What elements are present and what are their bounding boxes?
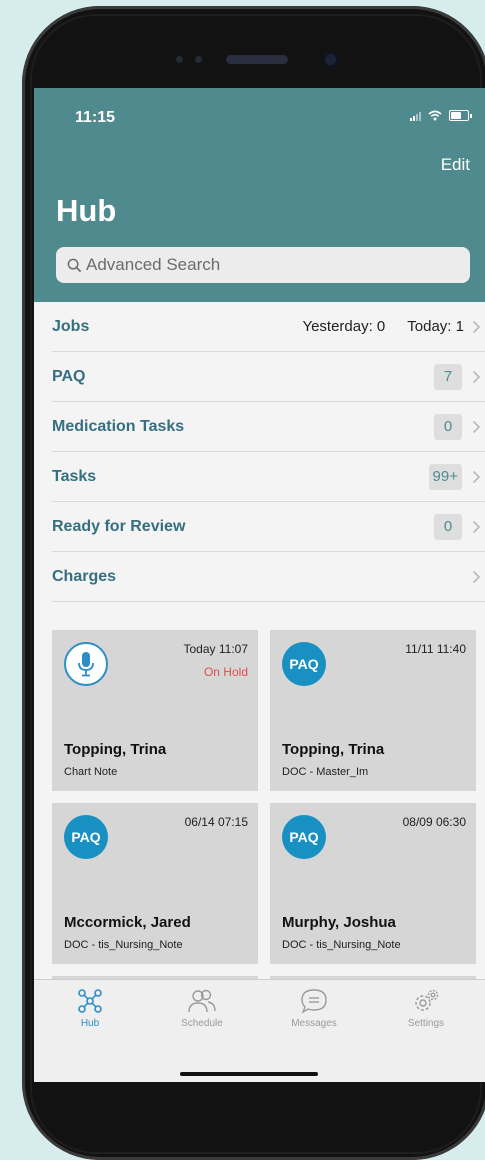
row-paq[interactable]: PAQ 7 xyxy=(52,352,485,402)
page-title: Hub xyxy=(56,193,117,228)
chevron-right-icon xyxy=(472,570,481,583)
row-label-ready-for-review: Ready for Review xyxy=(52,517,186,535)
card-date: 08/09 06:30 xyxy=(402,815,466,829)
edit-button[interactable]: Edit xyxy=(441,155,470,175)
row-ready-for-review[interactable]: Ready for Review 0 xyxy=(52,502,485,552)
status-time: 11:15 xyxy=(75,109,116,126)
front-camera xyxy=(322,51,339,68)
hub-header: 11:15 Edit Hub Advanced Search xyxy=(34,88,485,302)
tab-schedule[interactable]: Schedule xyxy=(146,988,258,1029)
home-indicator xyxy=(180,1072,318,1076)
search-input[interactable]: Advanced Search xyxy=(56,247,470,283)
tab-label-hub: Hub xyxy=(80,1018,100,1029)
row-label-charges: Charges xyxy=(52,567,117,585)
front-sensor xyxy=(195,56,202,63)
earpiece-speaker xyxy=(226,55,288,64)
tab-messages[interactable]: Messages xyxy=(258,988,370,1029)
card-doc-type: Chart Note xyxy=(64,766,118,778)
search-placeholder: Advanced Search xyxy=(86,255,221,274)
tab-hub[interactable]: Hub xyxy=(34,988,146,1029)
card-doc-type: DOC - tis_Nursing_Note xyxy=(282,939,401,951)
card-patient-name: Murphy, Joshua xyxy=(282,914,396,931)
row-label-tasks: Tasks xyxy=(52,467,97,485)
signal-icon xyxy=(410,111,421,121)
count-badge-tasks: 99+ xyxy=(428,463,462,490)
card-date: 11/11 11:40 xyxy=(405,642,466,656)
hub-list: Jobs Yesterday: 0 Today: 1 PAQ 7 Medicat… xyxy=(52,302,485,602)
chevron-right-icon xyxy=(472,420,481,433)
document-card[interactable]: PAQ 08/09 06:30 Murphy, Joshua DOC - tis… xyxy=(270,803,476,964)
row-label-paq: PAQ xyxy=(52,367,86,385)
card-doc-type: DOC - tis_Nursing_Note xyxy=(64,939,183,951)
document-card[interactable]: Today 11:07 On Hold Topping, Trina Chart… xyxy=(52,630,258,791)
chevron-right-icon xyxy=(472,470,481,483)
row-charges[interactable]: Charges xyxy=(52,552,485,602)
paq-icon: PAQ xyxy=(64,815,108,859)
paq-icon: PAQ xyxy=(282,815,326,859)
card-patient-name: Topping, Trina xyxy=(282,741,385,758)
count-badge-medication-tasks: 0 xyxy=(434,413,462,440)
card-date: 06/14 07:15 xyxy=(184,815,248,829)
wifi-icon xyxy=(428,110,442,121)
battery-icon xyxy=(449,110,472,121)
tab-settings[interactable]: Settings xyxy=(370,988,482,1029)
microphone-icon xyxy=(64,642,108,686)
tab-label-schedule: Schedule xyxy=(181,1018,223,1029)
row-label-jobs: Jobs xyxy=(52,317,90,335)
count-badge-ready-for-review: 0 xyxy=(434,513,462,540)
card-doc-type: DOC - Master_Im xyxy=(282,766,369,778)
message-bubble-icon xyxy=(301,989,327,1014)
row-jobs[interactable]: Jobs Yesterday: 0 Today: 1 xyxy=(52,302,485,352)
count-badge-paq: 7 xyxy=(434,363,462,390)
chevron-right-icon xyxy=(472,320,481,333)
card-patient-name: Mccormick, Jared xyxy=(64,914,191,931)
card-status: On Hold xyxy=(203,665,248,679)
app-screen: 11:15 Edit Hub Advanced Search Jobs Yest… xyxy=(34,88,485,1082)
paq-icon: PAQ xyxy=(282,642,326,686)
chevron-right-icon xyxy=(472,520,481,533)
status-icons xyxy=(410,110,472,121)
document-card[interactable]: PAQ 06/14 07:15 Mccormick, Jared DOC - t… xyxy=(52,803,258,964)
jobs-yesterday: Yesterday: 0 xyxy=(302,318,386,335)
card-date: Today 11:07 xyxy=(183,642,249,656)
front-sensor xyxy=(176,56,183,63)
tab-bar: Hub Schedule Messages Settings xyxy=(34,979,485,1082)
card-patient-name: Topping, Trina xyxy=(64,741,167,758)
jobs-today: Today: 1 xyxy=(407,318,464,335)
row-medication-tasks[interactable]: Medication Tasks 0 xyxy=(52,402,485,452)
tab-label-settings: Settings xyxy=(407,1018,445,1029)
row-tasks[interactable]: Tasks 99+ xyxy=(52,452,485,502)
chevron-right-icon xyxy=(472,370,481,383)
gear-icon xyxy=(415,989,439,1011)
tab-label-messages: Messages xyxy=(291,1018,337,1029)
hub-network-icon xyxy=(78,989,102,1013)
row-label-medication-tasks: Medication Tasks xyxy=(52,417,185,435)
document-card[interactable]: PAQ 11/11 11:40 Topping, Trina DOC - Mas… xyxy=(270,630,476,791)
search-icon xyxy=(67,258,82,272)
people-icon xyxy=(188,989,216,1013)
